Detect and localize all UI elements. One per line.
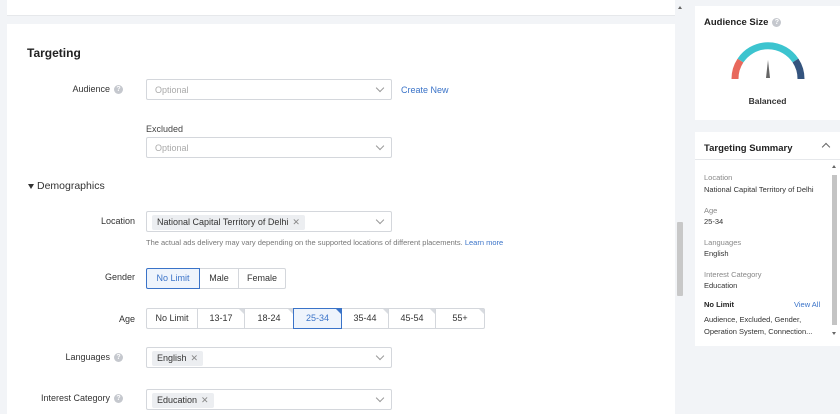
view-all-link[interactable]: View All: [794, 300, 820, 309]
excluded-label: Excluded: [146, 124, 184, 134]
targeting-summary-title: Targeting Summary: [704, 143, 793, 154]
excluded-placeholder: Optional: [155, 143, 189, 153]
age-label: Age: [118, 314, 135, 324]
audience-size-title-text: Audience Size: [704, 17, 769, 28]
location-label: Location: [100, 216, 135, 226]
gender-option-male[interactable]: Male: [199, 268, 239, 289]
help-icon[interactable]: ?: [114, 85, 123, 95]
age-button-group: No Limit 13-17 18-24 25-34 35-44 45-54 5…: [146, 308, 485, 329]
targeting-summary-card: Targeting Summary Location National Capi…: [695, 132, 840, 346]
help-icon[interactable]: ?: [114, 394, 123, 404]
languages-select[interactable]: English ✕: [146, 347, 392, 368]
summary-no-limit-line1: Audience, Excluded, Gender,: [704, 315, 802, 324]
summary-scrollbar[interactable]: [830, 162, 838, 338]
close-icon[interactable]: ✕: [292, 217, 300, 227]
interest-category-select[interactable]: Education ✕: [146, 389, 392, 410]
languages-label-row: Languages?: [7, 352, 123, 363]
age-option-label: 55+: [452, 313, 468, 323]
age-option-label: 18-24: [257, 313, 281, 323]
gender-option-female[interactable]: Female: [238, 268, 286, 289]
age-option-25-34[interactable]: 25-34: [293, 308, 342, 329]
scroll-up-arrow-icon[interactable]: [832, 165, 836, 168]
age-option-no-limit[interactable]: No Limit: [146, 308, 198, 329]
summary-age-label: Age: [704, 206, 718, 215]
summary-location-label: Location: [704, 173, 733, 182]
summary-scrollbar-thumb[interactable]: [832, 175, 837, 325]
age-option-55-plus[interactable]: 55+: [435, 308, 485, 329]
interest-tag: Education ✕: [152, 393, 214, 408]
location-tag-text: National Capital Territory of Delhi: [157, 217, 289, 227]
age-option-35-44[interactable]: 35-44: [341, 308, 389, 329]
targeting-panel: Targeting Audience? Optional Create New …: [7, 24, 675, 414]
scroll-down-arrow-icon[interactable]: [832, 332, 836, 335]
interest-tag-text: Education: [157, 395, 198, 405]
scrollbar-thumb[interactable]: [677, 222, 683, 296]
audience-size-status: Balanced: [748, 96, 787, 106]
location-note-text: The actual ads delivery may vary dependi…: [146, 238, 463, 247]
gender-option-no-limit[interactable]: No Limit: [146, 268, 200, 289]
summary-interest-value: Education: [704, 281, 738, 290]
section-title: Targeting: [27, 46, 81, 60]
summary-no-limit-line2: Operation System, Connection...: [704, 327, 813, 336]
chevron-up-icon[interactable]: [821, 142, 831, 152]
audience-select[interactable]: Optional: [146, 79, 392, 100]
audience-size-title: Audience Size?: [704, 17, 782, 28]
gauge-low-segment: [731, 58, 744, 80]
page-scrollbar[interactable]: [676, 0, 684, 414]
summary-no-limit-title: No Limit: [704, 300, 734, 309]
summary-languages-label: Languages: [704, 238, 742, 247]
summary-languages-value: English: [704, 249, 729, 258]
gauge-mid-segment: [737, 42, 799, 63]
gender-button-group: No Limit Male Female: [146, 268, 286, 289]
chevron-down-icon: [375, 215, 385, 225]
languages-label: Languages: [65, 352, 110, 362]
learn-more-link[interactable]: Learn more: [465, 238, 503, 247]
scroll-up-arrow-icon[interactable]: [678, 6, 682, 9]
summary-divider: [695, 159, 840, 160]
audience-label: Audience: [72, 84, 110, 94]
demographics-title: Demographics: [37, 180, 105, 192]
age-option-13-17[interactable]: 13-17: [197, 308, 245, 329]
chevron-down-icon: [375, 393, 385, 403]
location-tag: National Capital Territory of Delhi ✕: [152, 215, 305, 230]
interest-label-row: Interest Category?: [7, 393, 123, 404]
age-option-label: 25-34: [305, 313, 330, 323]
demographics-toggle[interactable]: Demographics: [28, 180, 105, 192]
audience-size-card: Audience Size? Balanced: [695, 6, 840, 120]
excluded-select[interactable]: Optional: [146, 137, 392, 158]
top-panel-strip: [7, 0, 675, 16]
age-option-label: 45-54: [400, 313, 424, 323]
chevron-down-icon: [375, 351, 385, 361]
age-option-label: 13-17: [209, 313, 233, 323]
age-option-45-54[interactable]: 45-54: [388, 308, 436, 329]
create-new-link[interactable]: Create New: [401, 85, 449, 95]
audience-label-row: Audience?: [7, 84, 123, 95]
caret-down-icon: [28, 183, 34, 189]
summary-location-value: National Capital Territory of Delhi: [704, 185, 814, 194]
gender-label: Gender: [104, 272, 135, 282]
close-icon[interactable]: ✕: [191, 353, 199, 363]
summary-interest-label: Interest Category: [704, 270, 762, 279]
corner-marker-icon: [479, 309, 484, 314]
gauge-needle-icon: [766, 60, 770, 78]
location-select[interactable]: National Capital Territory of Delhi ✕: [146, 211, 392, 232]
help-icon[interactable]: ?: [114, 353, 123, 363]
age-option-label: 35-44: [353, 313, 377, 323]
close-icon[interactable]: ✕: [201, 395, 209, 405]
languages-tag-text: English: [157, 353, 187, 363]
help-icon[interactable]: ?: [772, 17, 782, 27]
audience-gauge: [731, 42, 805, 80]
age-option-label: No Limit: [155, 313, 189, 323]
corner-marker-icon: [336, 309, 341, 314]
age-option-18-24[interactable]: 18-24: [244, 308, 294, 329]
location-note: The actual ads delivery may vary dependi…: [146, 238, 503, 247]
chevron-down-icon: [375, 141, 385, 151]
gauge-high-segment: [792, 58, 805, 80]
audience-placeholder: Optional: [155, 85, 189, 95]
chevron-down-icon: [375, 83, 385, 93]
summary-age-value: 25-34: [704, 217, 724, 226]
interest-category-label: Interest Category: [40, 393, 110, 403]
languages-tag: English ✕: [152, 351, 204, 366]
